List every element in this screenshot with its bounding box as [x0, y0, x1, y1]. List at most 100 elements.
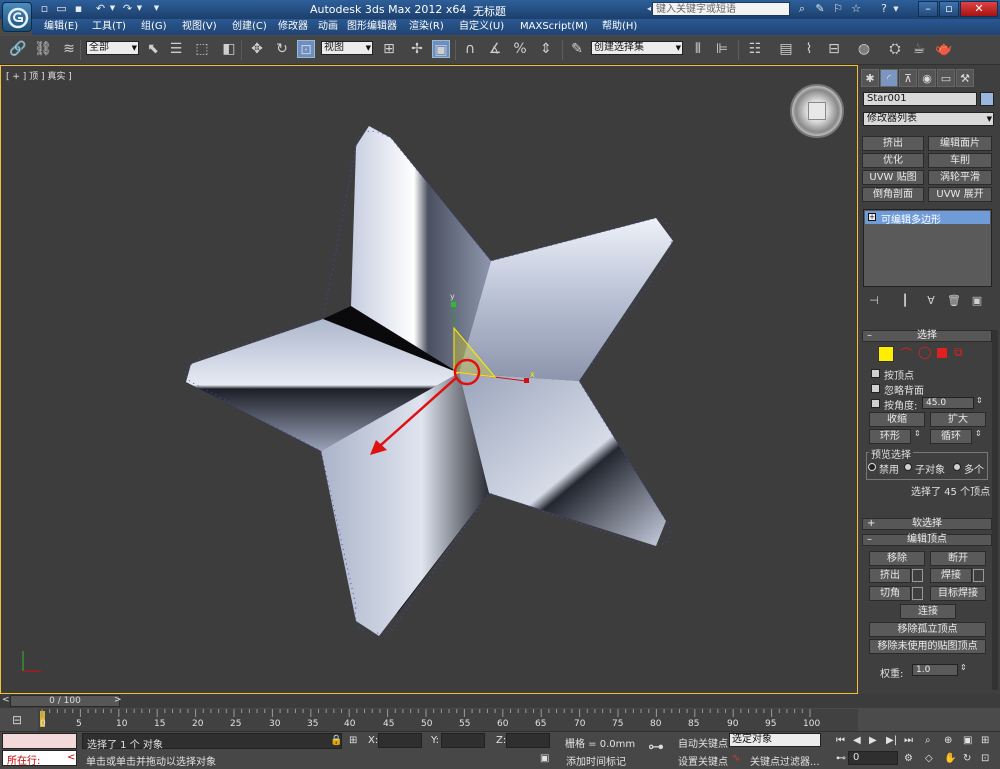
- modifier-lathe-button[interactable]: 车削: [928, 153, 992, 168]
- remove-vertex-button[interactable]: 移除: [869, 551, 925, 566]
- configure-sets-icon[interactable]: ▣: [968, 292, 986, 310]
- maximize-button[interactable]: ▫: [939, 1, 959, 17]
- select-by-name-icon[interactable]: ☰: [167, 40, 185, 58]
- time-tag-icon[interactable]: ▣: [540, 753, 549, 764]
- selection-filter-dropdown[interactable]: 全部: [86, 41, 139, 55]
- set-key-button[interactable]: 设置关键点: [678, 753, 728, 768]
- maxscript-listener-field[interactable]: [2, 733, 77, 749]
- play-icon[interactable]: ▶: [869, 735, 877, 746]
- key-mode-dropdown[interactable]: 选定对象: [729, 733, 821, 747]
- curve-editor-icon[interactable]: ⌇: [800, 40, 818, 58]
- menu-edit[interactable]: 编辑(E): [44, 20, 78, 34]
- set-key-icon[interactable]: ⊶: [648, 737, 664, 756]
- unlink-icon[interactable]: ⛓: [34, 40, 52, 58]
- edit-named-selection-icon[interactable]: ✎: [568, 40, 586, 58]
- time-config-icon[interactable]: ⚙: [904, 753, 913, 764]
- add-time-tag[interactable]: 添加时间标记: [566, 753, 626, 768]
- create-tab-icon[interactable]: ✱: [861, 69, 879, 87]
- maxscript-mini-field[interactable]: 所在行: <: [2, 750, 77, 767]
- zoom-all-icon[interactable]: ⊕: [944, 735, 952, 746]
- app-menu-icon[interactable]: [2, 2, 32, 32]
- chamfer-settings-icon[interactable]: [912, 587, 923, 600]
- connect-vertex-button[interactable]: 连接: [900, 604, 956, 619]
- menu-tools[interactable]: 工具(T): [92, 20, 126, 34]
- search-input[interactable]: 键入关键字或短语: [652, 2, 790, 16]
- weight-spinner-icon[interactable]: ⇕: [960, 663, 967, 672]
- communication-center-icon[interactable]: ⚐: [831, 2, 845, 16]
- edit-vertices-rollout-header[interactable]: – 编辑顶点: [862, 534, 992, 546]
- reference-coordinate-dropdown[interactable]: 视图: [321, 41, 373, 55]
- close-button[interactable]: ✕: [960, 1, 998, 17]
- window-crossing-icon[interactable]: ◧: [220, 40, 238, 58]
- utilities-tab-icon[interactable]: ⚒: [956, 69, 974, 87]
- zoom-icon[interactable]: ⌕: [925, 735, 931, 746]
- pin-stack-icon[interactable]: ⊣: [865, 292, 883, 310]
- object-color-swatch[interactable]: [980, 92, 994, 106]
- align-icon[interactable]: ⊫: [713, 40, 731, 58]
- undo-dropdown-icon[interactable]: ▼: [106, 2, 119, 15]
- favorites-star-icon[interactable]: ☆: [849, 2, 863, 16]
- go-to-start-icon[interactable]: ⏮: [836, 735, 845, 746]
- minimize-button[interactable]: –: [918, 1, 938, 17]
- maximize-viewport-icon[interactable]: ⊡: [981, 753, 989, 764]
- tools-icon[interactable]: ✎: [813, 2, 827, 16]
- menu-rendering[interactable]: 渲染(R): [409, 20, 444, 34]
- quick-access-dropdown-icon[interactable]: ▼: [150, 2, 163, 15]
- lock-selection-icon[interactable]: 🔒: [330, 735, 342, 746]
- angle-spinner-icon[interactable]: ⇕: [976, 396, 983, 405]
- spinner-snap-icon[interactable]: ⇕: [537, 40, 555, 58]
- modifier-turbosmooth-button[interactable]: 涡轮平滑: [928, 170, 992, 185]
- polygon-subobject-icon[interactable]: [937, 348, 947, 358]
- y-coord-field[interactable]: [441, 733, 485, 748]
- preview-multi-radio[interactable]: [953, 463, 961, 471]
- render-production-icon[interactable]: 🫖: [935, 40, 953, 58]
- element-subobject-icon[interactable]: ⧉: [954, 345, 963, 360]
- time-prev-icon[interactable]: <: [2, 695, 10, 705]
- time-next-icon[interactable]: >: [114, 695, 122, 705]
- modifier-edit-patch-button[interactable]: 编辑面片: [928, 136, 992, 151]
- modifier-optimize-button[interactable]: 优化: [862, 153, 924, 168]
- break-vertex-button[interactable]: 断开: [930, 551, 986, 566]
- chamfer-vertex-button[interactable]: 切角: [869, 586, 911, 601]
- expand-toggle-icon[interactable]: +: [868, 213, 876, 221]
- weld-settings-icon[interactable]: [973, 569, 984, 582]
- top-viewport[interactable]: y x: [0, 65, 858, 694]
- previous-frame-icon[interactable]: ◀: [853, 735, 861, 746]
- menu-modifiers[interactable]: 修改器: [278, 20, 308, 34]
- schematic-view-icon[interactable]: ⊟: [825, 40, 843, 58]
- modifier-extrude-button[interactable]: 挤出: [862, 136, 924, 151]
- binoculars-icon[interactable]: ⌕: [795, 2, 809, 16]
- object-name-field[interactable]: Star001: [863, 92, 977, 106]
- rect-selection-region-icon[interactable]: ⬚: [193, 40, 211, 58]
- zoom-extents-all-icon[interactable]: ⊞: [981, 735, 989, 746]
- by-angle-checkbox[interactable]: [871, 399, 880, 408]
- menu-help[interactable]: 帮助(H): [602, 20, 637, 34]
- graphite-tools-icon[interactable]: ▤: [777, 40, 795, 58]
- open-file-icon[interactable]: ▭: [55, 2, 68, 15]
- remove-isolated-vertices-button[interactable]: 移除孤立顶点: [869, 622, 986, 637]
- select-and-move-icon[interactable]: ✥: [248, 40, 266, 58]
- modifier-uvw-map-button[interactable]: UVW 贴图: [862, 170, 924, 185]
- modifier-bevel-profile-button[interactable]: 倒角剖面: [862, 187, 924, 202]
- motion-tab-icon[interactable]: ◉: [918, 69, 936, 87]
- field-of-view-icon[interactable]: ◇: [925, 753, 933, 764]
- viewport-label[interactable]: [ + ] 顶 ] 真实 ]: [6, 69, 72, 82]
- snaps-toggle-icon[interactable]: ∩: [461, 40, 479, 58]
- modify-tab-icon[interactable]: ◜: [880, 69, 898, 87]
- modifier-list-dropdown[interactable]: 修改器列表: [863, 112, 994, 126]
- shrink-button[interactable]: 收缩: [869, 412, 925, 427]
- select-and-scale-icon[interactable]: ⊡: [297, 40, 315, 58]
- render-setup-icon[interactable]: ⛭: [886, 40, 904, 58]
- preview-off-radio[interactable]: [868, 463, 876, 471]
- keyboard-shortcut-override-icon[interactable]: ▣: [432, 40, 450, 58]
- absolute-mode-icon[interactable]: ⊞: [349, 735, 357, 746]
- redo-dropdown-icon[interactable]: ▼: [133, 2, 146, 15]
- ring-spinner-icon[interactable]: ⇕: [914, 429, 921, 438]
- extrude-settings-icon[interactable]: [912, 569, 923, 582]
- mini-curve-editor-icon[interactable]: ⊟: [8, 711, 26, 729]
- soft-selection-rollout-header[interactable]: + 软选择: [862, 518, 992, 530]
- border-subobject-icon[interactable]: ◯: [918, 345, 931, 359]
- go-to-end-icon[interactable]: ⏭: [904, 735, 913, 746]
- target-weld-button[interactable]: 目标焊接: [930, 586, 986, 601]
- weld-vertex-button[interactable]: 焊接: [930, 568, 972, 583]
